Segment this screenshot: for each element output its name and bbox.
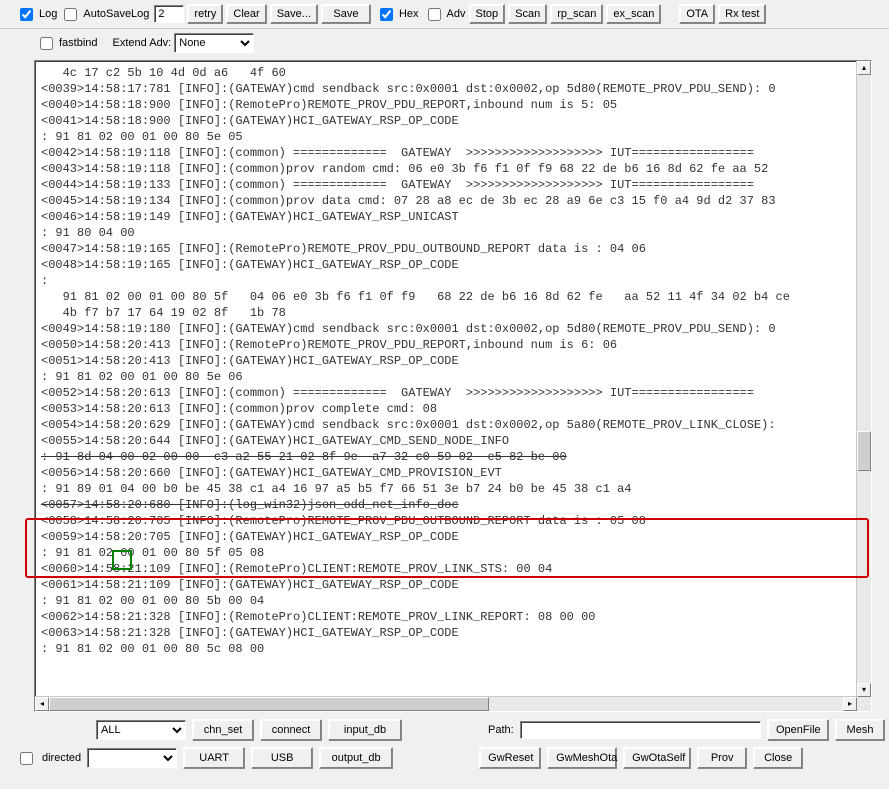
retry-button[interactable]: retry xyxy=(187,4,223,24)
log-label: Log xyxy=(39,8,57,20)
adv-label: Adv xyxy=(447,8,466,20)
rp-scan-button[interactable]: rp_scan xyxy=(550,4,603,24)
directed-label: directed xyxy=(42,752,81,764)
save-button[interactable]: Save xyxy=(321,4,371,24)
output-db-button[interactable]: output_db xyxy=(319,747,393,769)
directed-select[interactable] xyxy=(87,748,177,768)
connect-button[interactable]: connect xyxy=(260,719,322,741)
input-db-button[interactable]: input_db xyxy=(328,719,402,741)
log-content[interactable]: 4c 17 c2 5b 10 4d 0d a6 4f 60 <0039>14:5… xyxy=(35,61,857,697)
prov-button[interactable]: Prov xyxy=(697,747,747,769)
path-input[interactable] xyxy=(520,721,761,739)
chn-set-button[interactable]: chn_set xyxy=(192,719,254,741)
directed-checkbox[interactable] xyxy=(20,752,33,765)
horizontal-scrollbar[interactable]: ◂ ▸ xyxy=(35,696,857,711)
all-select[interactable]: ALL xyxy=(96,720,186,740)
gwreset-button[interactable]: GwReset xyxy=(479,747,541,769)
scroll-thumb-horizontal[interactable] xyxy=(49,697,489,711)
hex-checkbox[interactable] xyxy=(380,8,393,21)
scroll-up-button[interactable]: ▴ xyxy=(857,61,871,75)
scan-button[interactable]: Scan xyxy=(508,4,547,24)
retry-input[interactable] xyxy=(154,5,184,23)
ota-button[interactable]: OTA xyxy=(679,4,715,24)
openfile-button[interactable]: OpenFile xyxy=(767,719,829,741)
ex-scan-button[interactable]: ex_scan xyxy=(606,4,661,24)
clear-button[interactable]: Clear xyxy=(226,4,266,24)
stop-button[interactable]: Stop xyxy=(469,4,506,24)
rx-test-button[interactable]: Rx test xyxy=(718,4,766,24)
close-button[interactable]: Close xyxy=(753,747,803,769)
log-checkbox[interactable] xyxy=(20,8,33,21)
adv-checkbox[interactable] xyxy=(428,8,441,21)
autosave-label: AutoSaveLog xyxy=(83,8,149,20)
scroll-corner xyxy=(857,697,871,711)
usb-button[interactable]: USB xyxy=(251,747,313,769)
uart-button[interactable]: UART xyxy=(183,747,245,769)
scroll-thumb-vertical[interactable] xyxy=(857,431,871,471)
scroll-right-button[interactable]: ▸ xyxy=(843,697,857,711)
scroll-left-button[interactable]: ◂ xyxy=(35,697,49,711)
log-pane: 4c 17 c2 5b 10 4d 0d a6 4f 60 <0039>14:5… xyxy=(34,60,872,712)
gwmeshota-button[interactable]: GwMeshOta xyxy=(547,747,617,769)
mesh-button[interactable]: Mesh xyxy=(835,719,885,741)
autosave-checkbox[interactable] xyxy=(64,8,77,21)
extend-adv-label: Extend Adv: xyxy=(113,37,172,49)
extend-adv-select[interactable]: None xyxy=(174,33,254,53)
path-label: Path: xyxy=(488,724,514,736)
hex-label: Hex xyxy=(399,8,419,20)
gwotaself-button[interactable]: GwOtaSelf xyxy=(623,747,691,769)
scroll-down-button[interactable]: ▾ xyxy=(857,683,871,697)
fastbind-checkbox[interactable] xyxy=(40,37,53,50)
fastbind-label: fastbind xyxy=(59,37,98,49)
vertical-scrollbar[interactable]: ▴ ▾ xyxy=(856,61,871,697)
save-as-button[interactable]: Save... xyxy=(270,4,318,24)
